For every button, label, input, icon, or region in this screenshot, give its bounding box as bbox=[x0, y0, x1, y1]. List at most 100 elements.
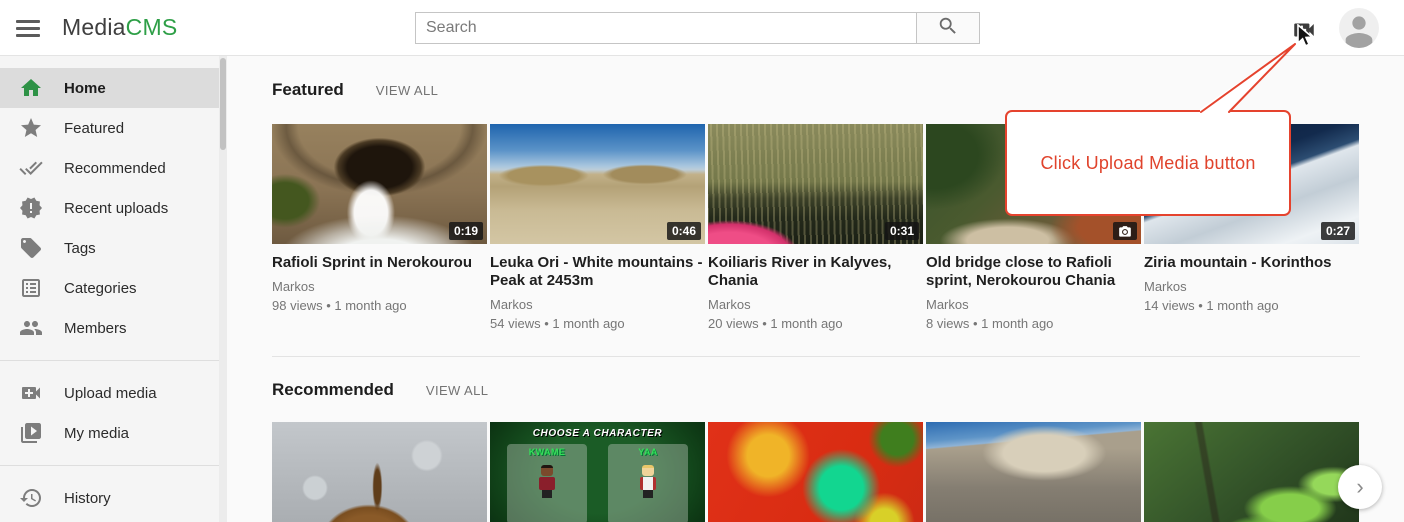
video-author[interactable]: Markos bbox=[1144, 279, 1359, 294]
video-meta: 14 views • 1 month ago bbox=[1144, 298, 1359, 313]
sidebar-item-label: Tags bbox=[64, 240, 96, 257]
video-author[interactable]: Markos bbox=[272, 279, 487, 294]
media-card[interactable]: 0:46 Leuka Ori - White mountains - Peak … bbox=[490, 124, 705, 331]
video-title[interactable]: Rafioli Sprint in Nerokourou bbox=[272, 254, 487, 272]
sidebar-item-tags[interactable]: Tags bbox=[0, 228, 219, 268]
done-all-icon bbox=[19, 156, 43, 180]
new-releases-icon bbox=[19, 196, 43, 220]
sidebar-item-label: Recommended bbox=[64, 160, 166, 177]
annotation-callout: Click Upload Media button bbox=[1005, 110, 1291, 216]
hamburger-menu-icon[interactable] bbox=[14, 15, 42, 41]
user-avatar[interactable] bbox=[1339, 8, 1379, 48]
section-divider bbox=[272, 356, 1360, 357]
logo-text: Media bbox=[62, 14, 126, 40]
video-author[interactable]: Markos bbox=[708, 297, 923, 312]
media-card[interactable]: 0:31 Koiliaris River in Kalyves, Chania … bbox=[708, 124, 923, 331]
video-title[interactable]: Ziria mountain - Korinthos bbox=[1144, 254, 1359, 272]
media-card[interactable]: 0:19 Rafioli Sprint in Nerokourou Markos… bbox=[272, 124, 487, 331]
character-name: KWAME bbox=[507, 447, 587, 457]
media-card[interactable] bbox=[1144, 422, 1359, 522]
video-meta: 98 views • 1 month ago bbox=[272, 298, 487, 313]
video-meta: 54 views • 1 month ago bbox=[490, 316, 705, 331]
home-icon bbox=[19, 76, 43, 100]
video-thumbnail[interactable] bbox=[272, 422, 487, 522]
sidebar-item-featured[interactable]: Featured bbox=[0, 108, 219, 148]
sidebar-scrollbar-thumb[interactable] bbox=[220, 58, 226, 150]
featured-section-header: Featured VIEW ALL bbox=[272, 80, 438, 100]
video-thumbnail[interactable] bbox=[1144, 422, 1359, 522]
history-icon bbox=[19, 486, 43, 510]
photo-camera-icon bbox=[1113, 222, 1137, 240]
sidebar-item-recommended[interactable]: Recommended bbox=[0, 148, 219, 188]
members-icon bbox=[19, 316, 43, 340]
mediacms-page: MediaCMS Home Featured Recommended bbox=[0, 0, 1404, 522]
sidebar-item-categories[interactable]: Categories bbox=[0, 268, 219, 308]
search-bar bbox=[415, 12, 980, 44]
video-meta: 8 views • 1 month ago bbox=[926, 316, 1141, 331]
sidebar-item-label: My media bbox=[64, 425, 129, 442]
top-bar: MediaCMS bbox=[0, 0, 1404, 56]
sidebar: Home Featured Recommended Recent uploads… bbox=[0, 56, 219, 522]
video-thumbnail[interactable] bbox=[926, 422, 1141, 522]
video-meta: 20 views • 1 month ago bbox=[708, 316, 923, 331]
sidebar-item-label: Featured bbox=[64, 120, 124, 137]
character-panel: YAA bbox=[608, 444, 688, 522]
video-author[interactable]: Markos bbox=[926, 297, 1141, 312]
video-thumbnail[interactable]: 0:46 bbox=[490, 124, 705, 244]
upload-media-button[interactable] bbox=[1291, 17, 1317, 43]
search-input[interactable] bbox=[415, 12, 917, 44]
video-thumbnail[interactable] bbox=[708, 422, 923, 522]
sidebar-item-upload-media[interactable]: Upload media bbox=[0, 373, 219, 413]
duration-badge: 0:46 bbox=[667, 222, 701, 240]
recommended-media-row: CHOOSE A CHARACTER KWAME YAA Selected Se… bbox=[272, 422, 1359, 522]
sidebar-item-label: Upload media bbox=[64, 385, 157, 402]
video-library-icon bbox=[19, 421, 43, 445]
media-card[interactable] bbox=[926, 422, 1141, 522]
character-panel: KWAME bbox=[507, 444, 587, 522]
media-card[interactable] bbox=[272, 422, 487, 522]
logo[interactable]: MediaCMS bbox=[62, 14, 177, 41]
search-button[interactable] bbox=[917, 12, 980, 44]
sidebar-item-label: Home bbox=[64, 80, 106, 97]
duration-badge: 0:19 bbox=[449, 222, 483, 240]
sidebar-item-home[interactable]: Home bbox=[0, 68, 219, 108]
media-card[interactable]: CHOOSE A CHARACTER KWAME YAA Selected Se… bbox=[490, 422, 705, 522]
video-call-icon bbox=[1291, 30, 1317, 47]
character-name: YAA bbox=[608, 447, 688, 457]
video-title[interactable]: Old bridge close to Rafioli sprint, Nero… bbox=[926, 254, 1141, 290]
carousel-next-button[interactable]: › bbox=[1338, 465, 1382, 509]
view-all-link[interactable]: VIEW ALL bbox=[376, 83, 438, 98]
sidebar-item-members[interactable]: Members bbox=[0, 308, 219, 348]
media-card[interactable] bbox=[708, 422, 923, 522]
video-thumbnail[interactable]: 0:19 bbox=[272, 124, 487, 244]
sidebar-item-history[interactable]: History bbox=[0, 478, 219, 518]
chevron-right-icon: › bbox=[1356, 474, 1363, 500]
annotation-text: Click Upload Media button bbox=[1040, 153, 1255, 174]
character-sprite bbox=[640, 465, 656, 499]
duration-badge: 0:27 bbox=[1321, 222, 1355, 240]
view-all-link[interactable]: VIEW ALL bbox=[426, 383, 488, 398]
section-title: Recommended bbox=[272, 380, 394, 400]
video-thumbnail[interactable]: CHOOSE A CHARACTER KWAME YAA Selected Se… bbox=[490, 422, 705, 522]
sidebar-item-label: Members bbox=[64, 320, 127, 337]
sidebar-divider bbox=[0, 360, 219, 361]
character-sprite bbox=[539, 465, 555, 499]
video-author[interactable]: Markos bbox=[490, 297, 705, 312]
sidebar-item-recent-uploads[interactable]: Recent uploads bbox=[0, 188, 219, 228]
video-title[interactable]: Koiliaris River in Kalyves, Chania bbox=[708, 254, 923, 290]
person-icon bbox=[1339, 35, 1379, 48]
video-call-icon bbox=[19, 381, 43, 405]
search-icon bbox=[937, 15, 959, 42]
sidebar-item-label: History bbox=[64, 490, 111, 507]
duration-badge: 0:31 bbox=[885, 222, 919, 240]
game-heading-text: CHOOSE A CHARACTER bbox=[490, 428, 705, 439]
star-icon bbox=[19, 116, 43, 140]
video-thumbnail[interactable]: 0:31 bbox=[708, 124, 923, 244]
sidebar-item-my-media[interactable]: My media bbox=[0, 413, 219, 453]
sidebar-item-label: Recent uploads bbox=[64, 200, 168, 217]
logo-accent-text: CMS bbox=[126, 14, 178, 40]
tag-icon bbox=[19, 236, 43, 260]
recommended-section-header: Recommended VIEW ALL bbox=[272, 380, 488, 400]
section-title: Featured bbox=[272, 80, 344, 100]
video-title[interactable]: Leuka Ori - White mountains - Peak at 24… bbox=[490, 254, 705, 290]
